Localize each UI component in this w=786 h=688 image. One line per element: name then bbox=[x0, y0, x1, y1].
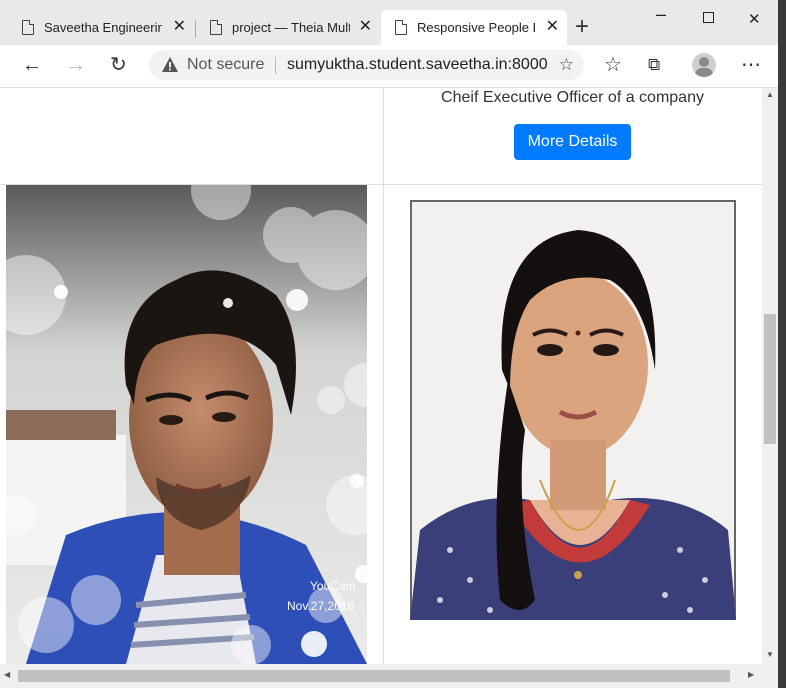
address-divider bbox=[275, 57, 276, 74]
collections-icon[interactable]: ⧉ bbox=[648, 53, 660, 77]
minimize-icon[interactable]: – bbox=[656, 4, 666, 25]
more-details-button[interactable]: More Details bbox=[513, 124, 632, 160]
photo-watermark: YouCam bbox=[310, 579, 356, 593]
close-tab-icon[interactable]: ✕ bbox=[546, 19, 559, 35]
add-favorite-icon[interactable]: ☆ bbox=[559, 55, 574, 75]
favorites-icon[interactable]: ☆ bbox=[604, 53, 622, 77]
close-window-icon[interactable]: ✕ bbox=[748, 10, 761, 28]
address-bar[interactable]: Not secure sumyuktha.student.saveetha.in… bbox=[149, 50, 584, 80]
not-secure-label[interactable]: Not secure bbox=[187, 56, 264, 74]
person-details: Cheif Executive Officer of a company Mor… bbox=[383, 88, 762, 184]
page-icon bbox=[210, 20, 222, 35]
scrollbar-corner bbox=[762, 664, 778, 688]
tab-saveetha[interactable]: Saveetha Engineering College ✕ bbox=[8, 10, 194, 45]
scroll-down-icon[interactable]: ▼ bbox=[766, 650, 774, 659]
scrollbar-thumb[interactable] bbox=[764, 314, 776, 444]
browser-window: Saveetha Engineering College ✕ project —… bbox=[0, 0, 778, 688]
tab-title: project — Theia Multi-Language bbox=[232, 20, 350, 35]
new-tab-icon[interactable]: + bbox=[575, 15, 589, 39]
photo-date-stamp: Nov.27,2016 bbox=[287, 599, 355, 613]
grid-cell bbox=[0, 88, 384, 185]
profile-avatar[interactable] bbox=[692, 53, 716, 77]
back-icon[interactable]: ← bbox=[22, 53, 42, 77]
forward-icon[interactable]: → bbox=[66, 53, 86, 77]
refresh-icon[interactable]: ↻ bbox=[110, 53, 127, 77]
scrollbar-thumb[interactable] bbox=[18, 670, 730, 682]
more-menu-icon[interactable]: ⋯ bbox=[741, 53, 761, 77]
url-text[interactable]: sumyuktha.student.saveetha.in:8000 bbox=[287, 56, 549, 74]
warning-icon bbox=[162, 57, 178, 72]
page-icon bbox=[395, 20, 407, 35]
scroll-up-icon[interactable]: ▲ bbox=[766, 90, 774, 99]
person-role: Cheif Executive Officer of a company bbox=[441, 89, 704, 106]
tab-bar: Saveetha Engineering College ✕ project —… bbox=[0, 0, 778, 45]
close-tab-icon[interactable]: ✕ bbox=[173, 19, 186, 35]
scroll-right-icon[interactable]: ▶ bbox=[748, 670, 754, 679]
page-viewport: Cheif Executive Officer of a company Mor… bbox=[0, 88, 762, 664]
tab-title: Saveetha Engineering College bbox=[44, 20, 162, 35]
page-icon bbox=[22, 20, 34, 35]
scroll-left-icon[interactable]: ◀ bbox=[4, 670, 10, 679]
vertical-scrollbar[interactable]: ▲ ▼ bbox=[762, 88, 778, 664]
horizontal-scrollbar[interactable]: ◀ ▶ bbox=[0, 664, 762, 688]
tab-title: Responsive People Details bbox=[417, 20, 535, 35]
tab-project[interactable]: project — Theia Multi-Language ✕ bbox=[196, 10, 380, 45]
tab-responsive-people[interactable]: Responsive People Details ✕ bbox=[381, 10, 567, 45]
person-photo-2 bbox=[410, 200, 736, 620]
close-tab-icon[interactable]: ✕ bbox=[359, 19, 372, 35]
maximize-icon[interactable] bbox=[703, 12, 714, 23]
toolbar: ← → ↻ Not secure sumyuktha.student.savee… bbox=[0, 45, 778, 88]
